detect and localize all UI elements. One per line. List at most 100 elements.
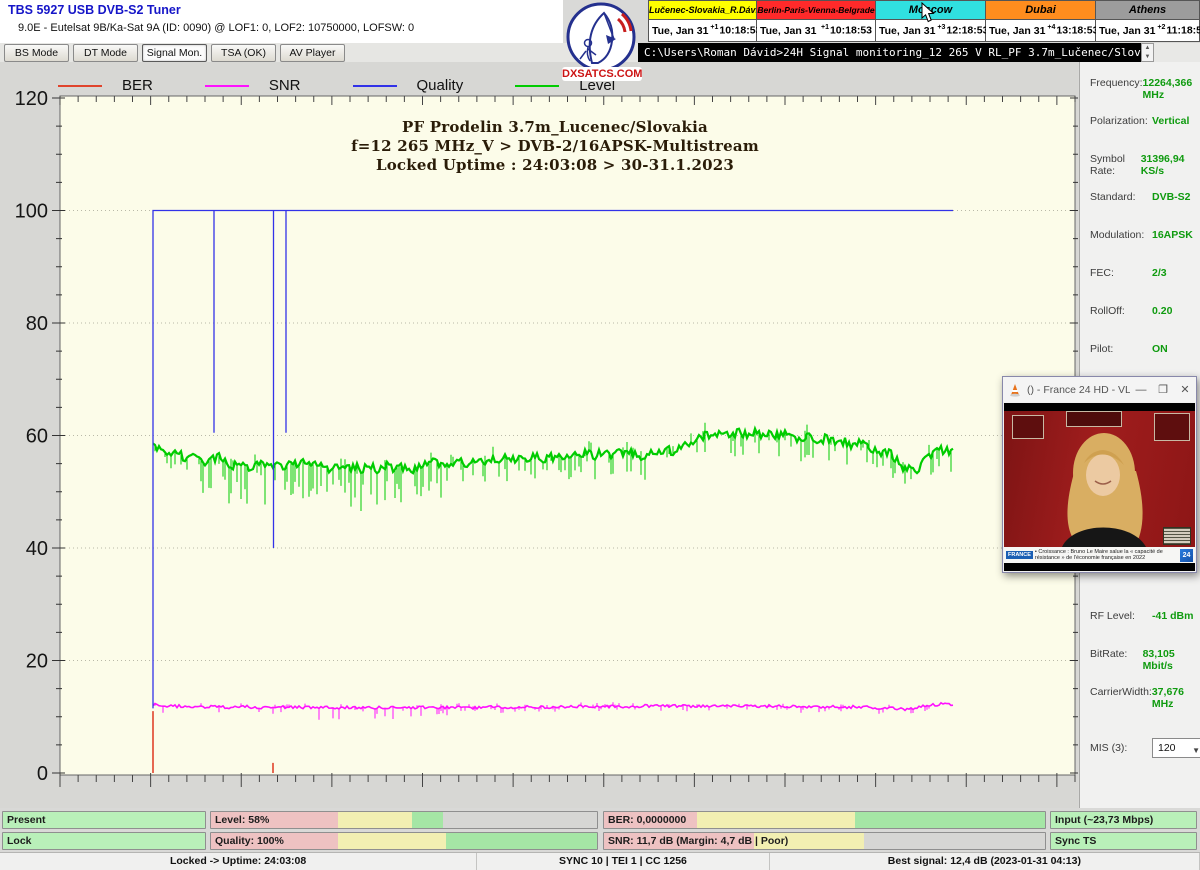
tuner-header: TBS 5927 USB DVB-S2 Tuner 9.0E - Eutelsa… bbox=[0, 0, 563, 44]
wall-frame bbox=[1012, 415, 1044, 439]
legend-item-ber: BER bbox=[58, 77, 153, 94]
param-row: RollOff:0.20 bbox=[1090, 305, 1198, 317]
param-label: RF Level: bbox=[1090, 610, 1152, 622]
param-label: Standard: bbox=[1090, 191, 1152, 203]
annotation-line2: f=12 265 MHz_V > DVB-2/16APSK-Multistrea… bbox=[290, 137, 820, 156]
vlc-cone-icon bbox=[1007, 382, 1023, 398]
svg-text:80: 80 bbox=[26, 313, 48, 335]
dxsatcs-logo: DXSATCS.COM bbox=[562, 1, 642, 85]
vlc-maximize-button[interactable]: ❐ bbox=[1152, 383, 1174, 396]
bar-zone bbox=[446, 833, 597, 849]
clock-header-1[interactable]: Lučenec-Slovakia_R.Dávid bbox=[648, 0, 757, 20]
param-row: Standard:DVB-S2 bbox=[1090, 191, 1198, 203]
indicator-bar-snr: SNR: 11,7 dB (Margin: 4,7 dB | Poor) bbox=[603, 832, 1046, 850]
scroll-up-icon[interactable]: ▲ bbox=[1145, 44, 1151, 52]
tab-signal-mon-[interactable]: Signal Mon. bbox=[142, 44, 207, 62]
vlc-titlebar[interactable]: () - France 24 HD - VLC ... — ❐ ✕ bbox=[1003, 377, 1196, 402]
legend-label: SNR bbox=[269, 77, 301, 94]
clock-time: 10:18:53 bbox=[719, 25, 761, 37]
bar-zone bbox=[412, 812, 443, 828]
param-row: Frequency:12264,366 MHz bbox=[1090, 77, 1198, 101]
clock-header-2[interactable]: Berlin-Paris-Vienna-Belgrade bbox=[757, 0, 876, 20]
chart-legend: BERSNRQualityLevel bbox=[58, 77, 615, 94]
bar-label: BER: 0,0000000 bbox=[608, 812, 686, 828]
indicator-row-2: Lock Quality: 100% SNR: 11,7 dB (Margin: 4… bbox=[0, 832, 1200, 850]
param-value: Vertical bbox=[1152, 115, 1189, 127]
clock-date: Tue, Jan 31 bbox=[989, 25, 1045, 37]
command-bar[interactable]: C:\Users\Roman Dávid>24H Signal monitori… bbox=[638, 43, 1141, 62]
svg-text:0: 0 bbox=[37, 763, 48, 785]
param-value: 83,105 Mbit/s bbox=[1143, 648, 1198, 672]
param-value: -41 dBm bbox=[1152, 610, 1193, 622]
clock-header-5[interactable]: Athens bbox=[1096, 0, 1200, 20]
param-label: Frequency: bbox=[1090, 77, 1143, 101]
wall-frame bbox=[1066, 411, 1122, 427]
vlc-title-text: () - France 24 HD - VLC ... bbox=[1027, 384, 1130, 396]
clock-utc-offset: +1 bbox=[710, 24, 718, 31]
tab-dt-mode[interactable]: DT Mode bbox=[73, 44, 138, 62]
bar-label: Present bbox=[7, 812, 46, 828]
clock-header-4[interactable]: Dubai bbox=[986, 0, 1096, 20]
clock-time: 10:18:53 bbox=[830, 25, 872, 37]
clock-date: Tue, Jan 31 bbox=[879, 25, 935, 37]
indicator-bar-level: Level: 58% bbox=[210, 811, 598, 829]
bar-label: Lock bbox=[7, 833, 32, 849]
vlc-window[interactable]: () - France 24 HD - VLC ... — ❐ ✕ FRANCE… bbox=[1002, 376, 1197, 573]
clock-cell-2: Tue, Jan 31+110:18:53 bbox=[757, 20, 876, 42]
clock-time: 11:18:53 bbox=[1166, 25, 1200, 37]
clock-utc-offset: +2 bbox=[1157, 24, 1165, 31]
annotation-line3: Locked Uptime : 24:03:08 > 30-31.1.2023 bbox=[290, 156, 820, 175]
status-right: Best signal: 12,4 dB (2023-01-31 04:13) bbox=[770, 853, 1200, 870]
vlc-close-button[interactable]: ✕ bbox=[1174, 383, 1196, 396]
video-scene bbox=[1004, 411, 1195, 547]
wall-frame bbox=[1154, 413, 1190, 441]
clock-cell-1: Tue, Jan 31+110:18:53 bbox=[648, 20, 757, 42]
scroll-down-icon[interactable]: ▼ bbox=[1145, 53, 1151, 61]
vlc-video-area[interactable]: FRANCE • Croissance : Bruno Le Maire sal… bbox=[1004, 403, 1195, 571]
bar-fill bbox=[3, 833, 205, 849]
param-label: Symbol Rate: bbox=[1090, 153, 1141, 177]
status-left: Locked -> Uptime: 24:03:08 bbox=[0, 853, 477, 870]
command-scrollbar[interactable]: ▲▼ bbox=[1141, 43, 1154, 62]
dxsatcs-text: DXSATCS.COM bbox=[562, 67, 642, 81]
param-row: FEC:2/3 bbox=[1090, 267, 1198, 279]
svg-text:20: 20 bbox=[26, 651, 48, 673]
vlc-minimize-button[interactable]: — bbox=[1130, 384, 1152, 396]
clock-time: 13:18:53 bbox=[1056, 25, 1098, 37]
bar-zone bbox=[338, 812, 411, 828]
indicator-bar-sync-ts: Sync TS bbox=[1050, 832, 1197, 850]
legend-label: BER bbox=[122, 77, 153, 94]
param-label: RollOff: bbox=[1090, 305, 1152, 317]
satellite-info: 9.0E - Eutelsat 9B/Ka-Sat 9A (ID: 0090) … bbox=[18, 22, 414, 34]
param-row: Modulation:16APSK bbox=[1090, 229, 1198, 241]
tuner-title: TBS 5927 USB DVB-S2 Tuner bbox=[8, 3, 181, 17]
status-mid: SYNC 10 | TEI 1 | CC 1256 bbox=[477, 853, 770, 870]
france24-logo: 24 bbox=[1180, 549, 1193, 562]
param-row: Symbol Rate:31396,94 KS/s bbox=[1090, 153, 1198, 177]
clock-time: 12:18:53 bbox=[946, 25, 988, 37]
bar-label: SNR: 11,7 dB (Margin: 4,7 dB | Poor) bbox=[608, 833, 788, 849]
bar-label: Quality: 100% bbox=[215, 833, 284, 849]
clock-utc-offset: +4 bbox=[1047, 24, 1055, 31]
tab-bar: BS ModeDT ModeSignal Mon.TSA (OK)AV Play… bbox=[0, 43, 638, 63]
clock-date: Tue, Jan 31 bbox=[1099, 25, 1155, 37]
bar-label: Sync TS bbox=[1055, 833, 1096, 849]
legend-swatch-ber bbox=[58, 85, 102, 87]
param-label: Polarization: bbox=[1090, 115, 1152, 127]
chart-annotation: PF Prodelin 3.7m_Lucenec/Slovakia f=12 2… bbox=[290, 118, 820, 175]
clock-date: Tue, Jan 31 bbox=[652, 25, 708, 37]
signal-chart-panel: BERSNRQualityLevel 020406080100120 PF Pr… bbox=[0, 62, 1078, 808]
tab-av-player[interactable]: AV Player bbox=[280, 44, 345, 62]
legend-label: Quality bbox=[417, 77, 464, 94]
chevron-down-icon: ▼ bbox=[1192, 742, 1200, 760]
command-bar-spacer bbox=[1154, 43, 1200, 62]
clock-cell-5: Tue, Jan 31+211:18:53 bbox=[1096, 20, 1200, 42]
svg-text:40: 40 bbox=[26, 538, 48, 560]
mis-label: MIS (3): bbox=[1090, 742, 1152, 754]
command-text: C:\Users\Roman Dávid>24H Signal monitori… bbox=[644, 46, 1141, 59]
news-ticker: FRANCE • Croissance : Bruno Le Maire sal… bbox=[1004, 547, 1195, 563]
tab-tsa-ok-[interactable]: TSA (OK) bbox=[211, 44, 276, 62]
bar-zone bbox=[338, 833, 446, 849]
tab-bs-mode[interactable]: BS Mode bbox=[4, 44, 69, 62]
mis-dropdown[interactable]: 120▼ bbox=[1152, 738, 1200, 758]
